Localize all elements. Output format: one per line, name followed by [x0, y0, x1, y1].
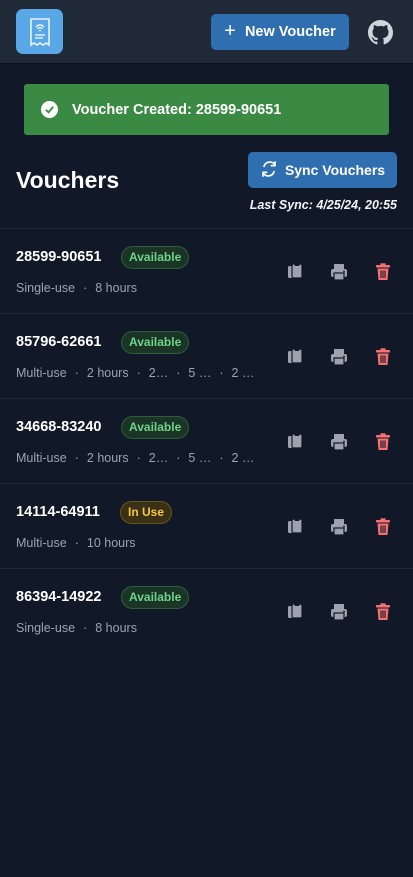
voucher-code: 14114-64911 — [16, 504, 100, 520]
meta-duration: 2 hours — [86, 366, 129, 380]
success-toast: Voucher Created: 28599-90651 — [24, 84, 389, 135]
meta-duration: 8 hours — [95, 621, 137, 635]
voucher-code: 86394-14922 — [16, 589, 102, 605]
voucher-code: 85796-62661 — [16, 334, 102, 350]
trash-icon[interactable] — [373, 517, 393, 537]
meta-limit: 2 … — [231, 451, 255, 465]
print-icon[interactable] — [329, 347, 349, 367]
sync-icon — [260, 160, 278, 181]
meta-type: Multi-use — [16, 366, 67, 380]
github-icon[interactable] — [368, 20, 393, 45]
status-badge: Available — [121, 416, 190, 439]
trash-icon[interactable] — [373, 262, 393, 282]
copy-icon[interactable] — [285, 432, 305, 452]
status-badge: Available — [121, 246, 190, 269]
voucher-meta: Single-use · 8 hours — [16, 621, 137, 635]
status-badge: In Use — [120, 501, 173, 524]
check-circle-icon — [41, 101, 58, 118]
status-badge: Available — [121, 586, 190, 609]
voucher-code: 28599-90651 — [16, 249, 102, 265]
top-bar: + New Voucher — [0, 0, 413, 64]
voucher-meta: Multi-use · 10 hours — [16, 536, 136, 550]
print-icon[interactable] — [329, 262, 349, 282]
meta-duration: 10 hours — [86, 536, 136, 550]
copy-icon[interactable] — [285, 602, 305, 622]
sync-vouchers-label: Sync Vouchers — [284, 162, 386, 178]
meta-duration: 2 hours — [86, 451, 129, 465]
print-icon[interactable] — [329, 517, 349, 537]
voucher-list: 28599-90651 Available Single-use · 8 hour… — [0, 228, 413, 653]
copy-icon[interactable] — [285, 347, 305, 367]
new-voucher-button[interactable]: + New Voucher — [211, 14, 349, 50]
voucher-row: 28599-90651 Available Single-use · 8 hour… — [0, 228, 413, 313]
copy-icon[interactable] — [285, 262, 305, 282]
meta-limit: 5 … — [188, 451, 212, 465]
voucher-row: 14114-64911 In Use Multi-use · 10 hours — [0, 483, 413, 568]
last-sync-text: Last Sync: 4/25/24, 20:55 — [249, 198, 397, 212]
meta-type: Single-use — [16, 281, 76, 295]
toast-message: Voucher Created: 28599-90651 — [72, 101, 282, 118]
new-voucher-label: New Voucher — [244, 24, 336, 40]
meta-type: Single-use — [16, 621, 76, 635]
app-logo-icon[interactable] — [16, 9, 63, 54]
page-title: Vouchers — [16, 167, 120, 193]
meta-duration: 8 hours — [95, 281, 137, 295]
print-icon[interactable] — [329, 602, 349, 622]
voucher-code: 34668-83240 — [16, 419, 102, 435]
trash-icon[interactable] — [373, 432, 393, 452]
meta-type: Multi-use — [16, 451, 67, 465]
trash-icon[interactable] — [373, 602, 393, 622]
voucher-row: 86394-14922 Available Single-use · 8 hour… — [0, 568, 413, 653]
voucher-meta: Multi-use · 2 hours · 2… · 5 … · 2 … — [16, 366, 255, 380]
meta-limit: 2 … — [231, 366, 255, 380]
sync-vouchers-button[interactable]: Sync Vouchers — [248, 152, 397, 188]
print-icon[interactable] — [329, 432, 349, 452]
copy-icon[interactable] — [285, 517, 305, 537]
voucher-row: 34668-83240 Available Multi-use · 2 hours… — [0, 398, 413, 483]
status-badge: Available — [121, 331, 190, 354]
voucher-meta: Multi-use · 2 hours · 2… · 5 … · 2 … — [16, 451, 255, 465]
plus-icon: + — [224, 20, 236, 42]
meta-limit: 5 … — [188, 366, 212, 380]
trash-icon[interactable] — [373, 347, 393, 367]
meta-limit: 2… — [148, 366, 169, 380]
meta-limit: 2… — [148, 451, 169, 465]
voucher-row: 85796-62661 Available Multi-use · 2 hours… — [0, 313, 413, 398]
voucher-meta: Single-use · 8 hours — [16, 281, 137, 295]
meta-type: Multi-use — [16, 536, 67, 550]
